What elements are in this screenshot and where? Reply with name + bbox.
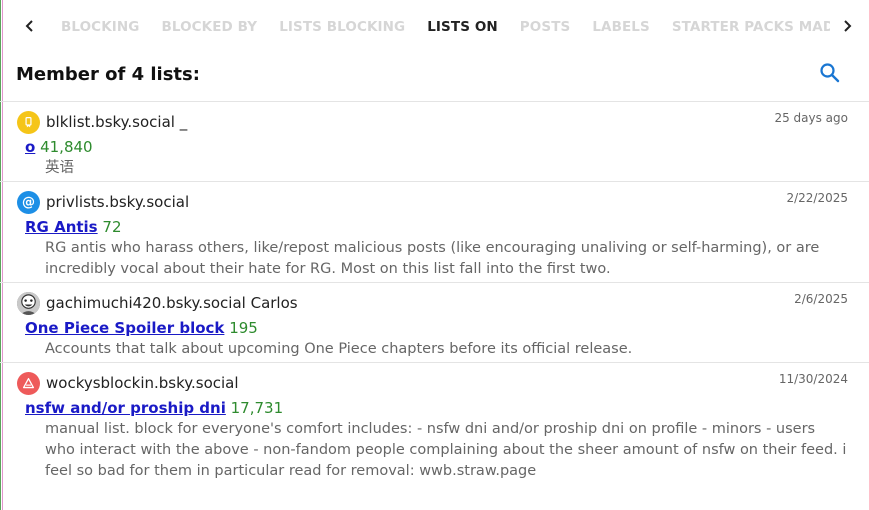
- search-icon: [820, 63, 840, 83]
- list-title-row: nsfw and/or proship dni 17,731: [25, 398, 849, 418]
- list-name-link[interactable]: o: [25, 138, 35, 156]
- tab-lists-on[interactable]: LISTS ON: [416, 0, 509, 54]
- list-date: 2/6/2025: [794, 292, 848, 306]
- list-title-row: One Piece Spoiler block 195: [25, 318, 849, 338]
- list-description: RG antis who harass others, like/repost …: [45, 240, 820, 277]
- list-description: Accounts that talk about upcoming One Pi…: [45, 341, 633, 357]
- tab-posts[interactable]: POSTS: [509, 0, 582, 54]
- lists-container: blklist.bsky.social _ 25 days ago o 41,840…: [0, 101, 869, 484]
- list-date: 11/30/2024: [778, 372, 848, 386]
- list-description: 英语: [45, 160, 74, 176]
- tab-bar: BLOCKING BLOCKED BY LISTS BLOCKING LISTS ON…: [0, 0, 869, 54]
- avatar[interactable]: [17, 291, 40, 315]
- owner-handle[interactable]: blklist.bsky.social _: [46, 113, 187, 131]
- tab-blocked-by[interactable]: BLOCKED BY: [150, 0, 268, 54]
- list-name-link[interactable]: RG Antis: [25, 218, 98, 236]
- tabs-strip: BLOCKING BLOCKED BY LISTS BLOCKING LISTS ON…: [50, 0, 830, 54]
- list-name-link[interactable]: nsfw and/or proship dni: [25, 399, 226, 417]
- at-icon: @: [22, 194, 35, 210]
- owner-handle[interactable]: privlists.bsky.social: [46, 193, 189, 211]
- member-count: 41,840: [40, 138, 93, 156]
- tab-lists-blocking[interactable]: LISTS BLOCKING: [268, 0, 416, 54]
- list-owner-row: blklist.bsky.social _: [16, 110, 849, 134]
- scroll-right-button[interactable]: [834, 13, 860, 39]
- avatar[interactable]: @: [17, 190, 40, 214]
- chevron-right-icon: [844, 20, 852, 32]
- list-title-row: RG Antis 72: [25, 217, 849, 237]
- member-count: 195: [229, 319, 258, 337]
- list-item: @ privlists.bsky.social 2/22/2025 RG Antis …: [0, 181, 869, 282]
- avatar[interactable]: [17, 371, 40, 395]
- list-item: blklist.bsky.social _ 25 days ago o 41,840…: [0, 101, 869, 181]
- list-description: manual list. block for everyone's comfor…: [45, 421, 847, 479]
- avatar[interactable]: [17, 110, 40, 134]
- owner-handle[interactable]: wockysblockin.bsky.social: [46, 374, 239, 392]
- list-item: gachimuchi420.bsky.social Carlos 2/6/2025…: [0, 282, 869, 362]
- member-count: 72: [102, 218, 122, 236]
- warning-icon: [22, 377, 35, 390]
- list-date: 2/22/2025: [786, 191, 848, 205]
- tab-blocking[interactable]: BLOCKING: [50, 0, 150, 54]
- face-icon: [17, 291, 40, 315]
- list-owner-row: gachimuchi420.bsky.social Carlos: [16, 291, 849, 315]
- list-item: wockysblockin.bsky.social 11/30/2024 nsfw …: [0, 362, 869, 484]
- list-name-link[interactable]: One Piece Spoiler block: [25, 319, 224, 337]
- list-owner-row: wockysblockin.bsky.social: [16, 371, 849, 395]
- badge-icon: [22, 116, 35, 129]
- list-title-row: o 41,840: [25, 137, 849, 157]
- tab-starter-packs-made[interactable]: STARTER PACKS MADE: [661, 0, 830, 54]
- list-date: 25 days ago: [774, 111, 848, 125]
- chevron-left-icon: [25, 20, 33, 32]
- tab-labels[interactable]: LABELS: [581, 0, 661, 54]
- member-count: 17,731: [230, 399, 284, 417]
- scroll-left-button[interactable]: [17, 13, 43, 39]
- list-owner-row: @ privlists.bsky.social: [16, 190, 849, 214]
- search-button[interactable]: [818, 61, 842, 85]
- owner-handle[interactable]: gachimuchi420.bsky.social Carlos: [46, 294, 298, 312]
- page-title: Member of 4 lists:: [16, 64, 200, 85]
